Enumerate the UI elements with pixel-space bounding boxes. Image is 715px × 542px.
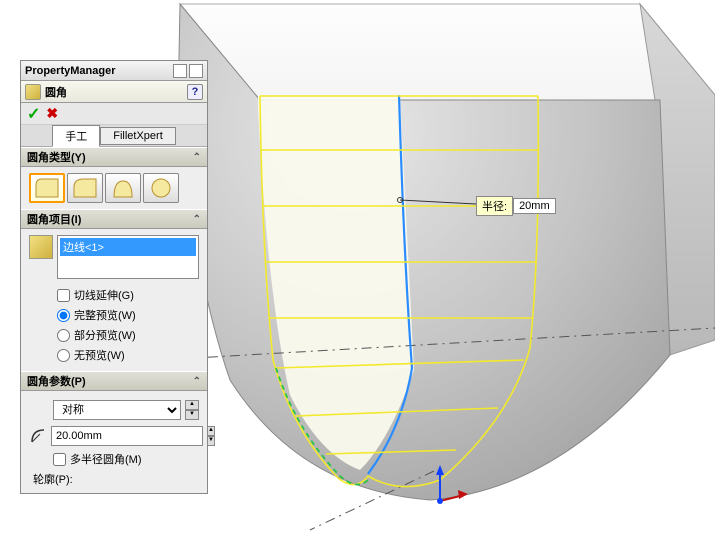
ok-cancel-row: ✓ ✖ (21, 103, 207, 125)
list-item[interactable]: 边线<1> (60, 238, 196, 256)
pm-title: PropertyManager (25, 65, 173, 77)
tab-manual[interactable]: 手工 (52, 125, 100, 147)
ok-button[interactable]: ✓ (27, 104, 40, 124)
fillet-icon (25, 84, 41, 100)
chevron-up-icon: ⌃ (193, 214, 201, 225)
radius-input[interactable] (51, 426, 203, 446)
tab-filletxpert[interactable]: FilletXpert (100, 127, 176, 145)
radius-icon (29, 426, 47, 446)
fillet-type-icons (29, 173, 199, 203)
type-full-round[interactable] (143, 173, 179, 203)
feature-header: 圆角 ? (21, 81, 207, 103)
panel-menu-icon[interactable] (189, 64, 203, 78)
spinner-up[interactable]: ▲ (207, 426, 215, 436)
cancel-button[interactable]: ✖ (46, 105, 58, 122)
spinner-down[interactable]: ▼ (185, 410, 199, 420)
full-preview-radio[interactable] (57, 309, 70, 322)
profile-label: 轮廓(P): (29, 469, 199, 487)
no-preview-radio[interactable] (57, 349, 70, 362)
symmetry-select[interactable]: 对称 (53, 400, 181, 420)
multi-radius-option[interactable]: 多半径圆角(M) (29, 449, 199, 469)
property-manager-panel: PropertyManager 圆角 ? ✓ ✖ 手工 FilletXpert … (20, 60, 208, 494)
origin-triad[interactable] (428, 465, 468, 515)
type-constant-radius[interactable] (29, 173, 65, 203)
multi-radius-checkbox[interactable] (53, 453, 66, 466)
callout-label: 半径: (476, 196, 513, 216)
tangent-checkbox[interactable] (57, 289, 70, 302)
pm-header: PropertyManager (21, 61, 207, 81)
help-icon[interactable]: ? (187, 84, 203, 100)
partial-preview-option[interactable]: 部分预览(W) (29, 325, 199, 345)
pin-icon[interactable] (173, 64, 187, 78)
tangent-propagation-option[interactable]: 切线延伸(G) (29, 285, 199, 305)
type-face-fillet[interactable] (105, 173, 141, 203)
section-header-type[interactable]: 圆角类型(Y) ⌃ (21, 147, 207, 167)
type-variable-radius[interactable] (67, 173, 103, 203)
section-header-items[interactable]: 圆角项目(I) ⌃ (21, 209, 207, 229)
tab-row: 手工 FilletXpert (21, 125, 207, 147)
no-preview-option[interactable]: 无预览(W) (29, 345, 199, 365)
spinner-down[interactable]: ▼ (207, 436, 215, 446)
spinner-up[interactable]: ▲ (185, 400, 199, 410)
partial-preview-radio[interactable] (57, 329, 70, 342)
chevron-up-icon: ⌃ (193, 376, 201, 387)
radius-callout[interactable]: 半径: 20mm (476, 196, 556, 216)
feature-title: 圆角 (45, 84, 183, 100)
full-preview-option[interactable]: 完整预览(W) (29, 305, 199, 325)
edge-selection-icon (29, 235, 53, 259)
section-header-params[interactable]: 圆角参数(P) ⌃ (21, 371, 207, 391)
callout-value[interactable]: 20mm (513, 198, 556, 214)
items-to-fillet-list[interactable]: 边线<1> (57, 235, 199, 279)
chevron-up-icon: ⌃ (193, 152, 201, 163)
